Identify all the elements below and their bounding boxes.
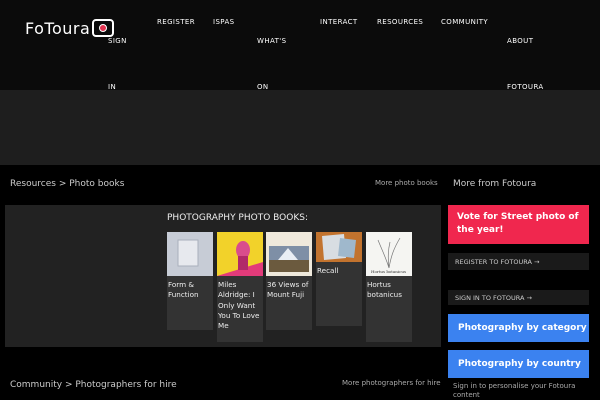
sign-in-link[interactable]: SIGN IN TO FOTOURA →	[448, 290, 589, 305]
photography-by-category-button[interactable]: Photography by category	[448, 314, 589, 342]
breadcrumb-photo-books[interactable]: Resources > Photo books	[10, 179, 124, 189]
book-cover-hortus-botanicus[interactable]: Hortus botanicus	[366, 232, 412, 276]
book-card-mount-fuji[interactable]: 36 Views of Mount Fuji	[266, 232, 312, 330]
banner	[0, 90, 600, 165]
vote-street-photo-button[interactable]: Vote for Street photo of the year!	[448, 205, 589, 244]
nav-resources[interactable]: RESOURCES	[377, 18, 423, 26]
book-card-form-function[interactable]: Form & Function	[167, 232, 213, 330]
personalise-note: Sign in to personalise your Fotoura cont…	[453, 382, 576, 399]
more-photographers-link[interactable]: More photographers for hire	[342, 379, 441, 387]
top-navigation-bar: FoToura SIGN IN REGISTER ISPAS WHAT'S ON…	[0, 0, 600, 91]
book-card-miles-aldridge[interactable]: Miles Aldridge: I Only Want You To Love …	[217, 232, 263, 342]
breadcrumb-photographers-for-hire[interactable]: Community > Photographers for hire	[10, 380, 177, 390]
book-title[interactable]: Miles Aldridge: I Only Want You To Love …	[217, 276, 263, 335]
svg-text:Hortus botanicus: Hortus botanicus	[371, 269, 406, 274]
book-title[interactable]: Form & Function	[167, 276, 213, 305]
book-card-recall[interactable]: Recall	[316, 232, 362, 326]
book-cover-recall[interactable]	[316, 232, 362, 262]
book-title[interactable]: Hortus botanicus	[366, 276, 412, 305]
book-title[interactable]: 36 Views of Mount Fuji	[266, 276, 312, 305]
register-link[interactable]: REGISTER TO FOTOURA →	[448, 253, 589, 270]
nav-register[interactable]: REGISTER	[157, 18, 195, 26]
book-card-hortus-botanicus[interactable]: Hortus botanicus Hortus botanicus	[366, 232, 412, 342]
fotoura-logo[interactable]: FoToura	[25, 17, 115, 39]
nav-ispas[interactable]: ISPAS	[213, 18, 235, 26]
more-photo-books-link[interactable]: More photo books	[375, 179, 438, 187]
book-cover-mount-fuji[interactable]	[266, 232, 312, 276]
sidebar-title: More from Fotoura	[453, 179, 537, 189]
nav-community[interactable]: COMMUNITY	[441, 18, 488, 26]
photography-by-country-button[interactable]: Photography by country	[448, 350, 589, 378]
logo-text: FoToura	[25, 18, 91, 38]
book-cover-form-function[interactable]	[167, 232, 213, 276]
book-title[interactable]: Recall	[316, 262, 362, 280]
nav-interact[interactable]: INTERACT	[320, 18, 358, 26]
photo-books-heading: PHOTOGRAPHY PHOTO BOOKS:	[167, 213, 308, 223]
book-cover-miles-aldridge[interactable]	[217, 232, 263, 276]
